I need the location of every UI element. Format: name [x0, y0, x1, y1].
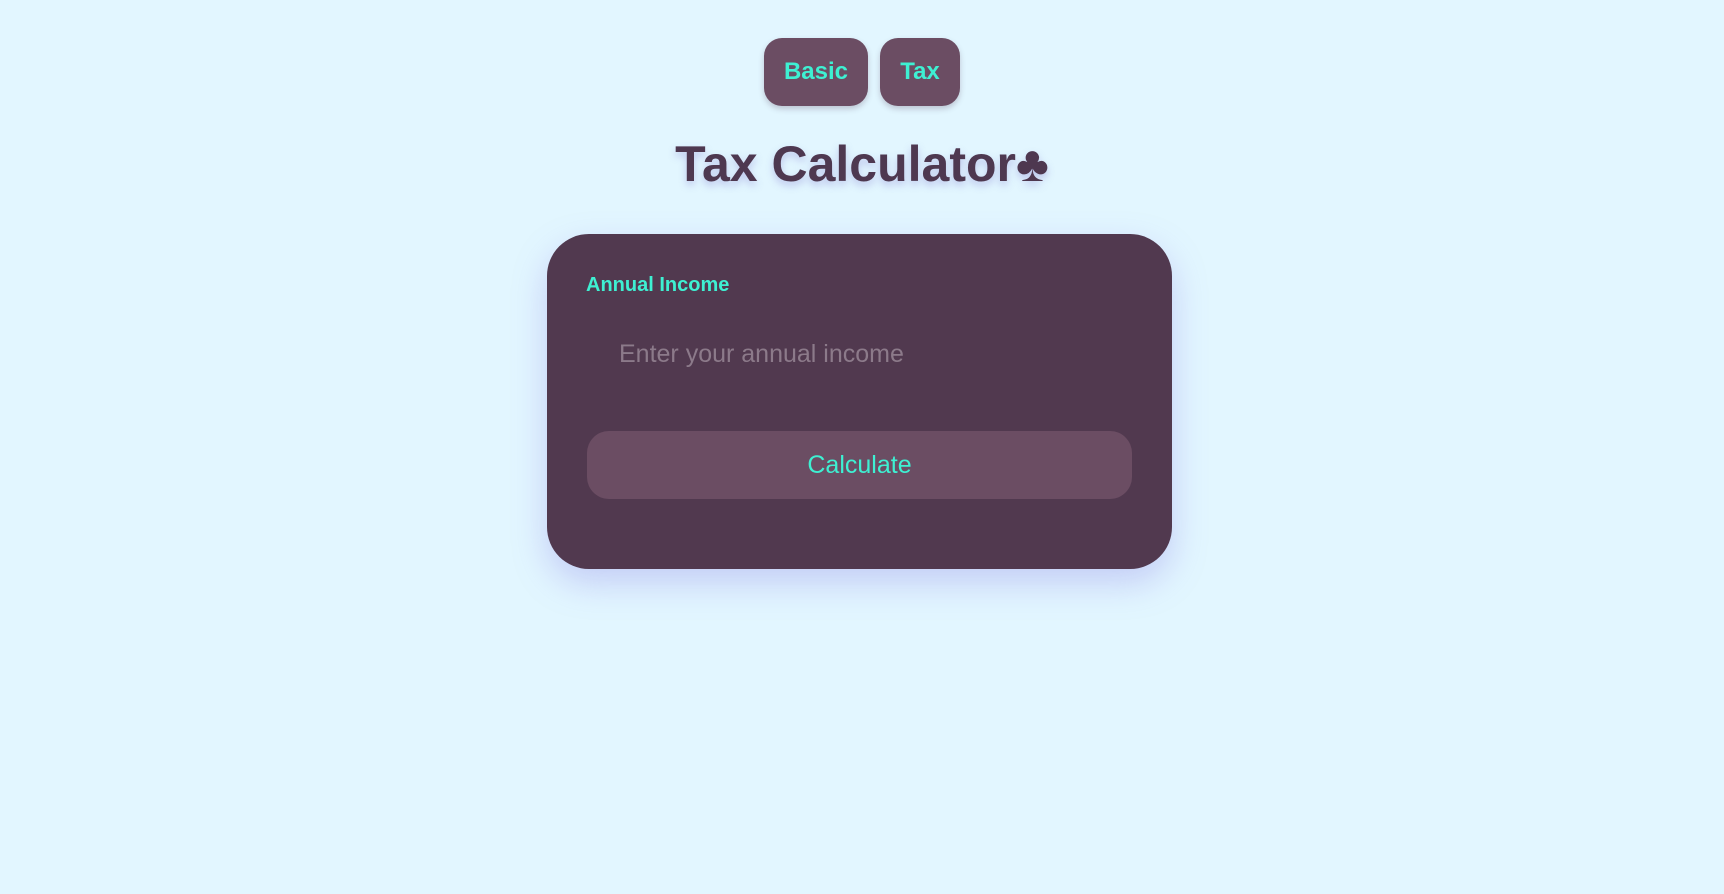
basic-mode-button[interactable]: Basic: [764, 38, 868, 106]
tax-calculator-page: Basic Tax Tax Calculator♣ Annual Income …: [0, 0, 1724, 894]
tax-mode-button[interactable]: Tax: [880, 38, 960, 106]
mode-tabs: Basic Tax: [0, 38, 1724, 106]
annual-income-input[interactable]: [587, 326, 1132, 382]
annual-income-label: Annual Income: [586, 274, 730, 296]
page-title: Tax Calculator♣: [675, 136, 1049, 192]
calculate-button[interactable]: Calculate: [587, 431, 1132, 499]
